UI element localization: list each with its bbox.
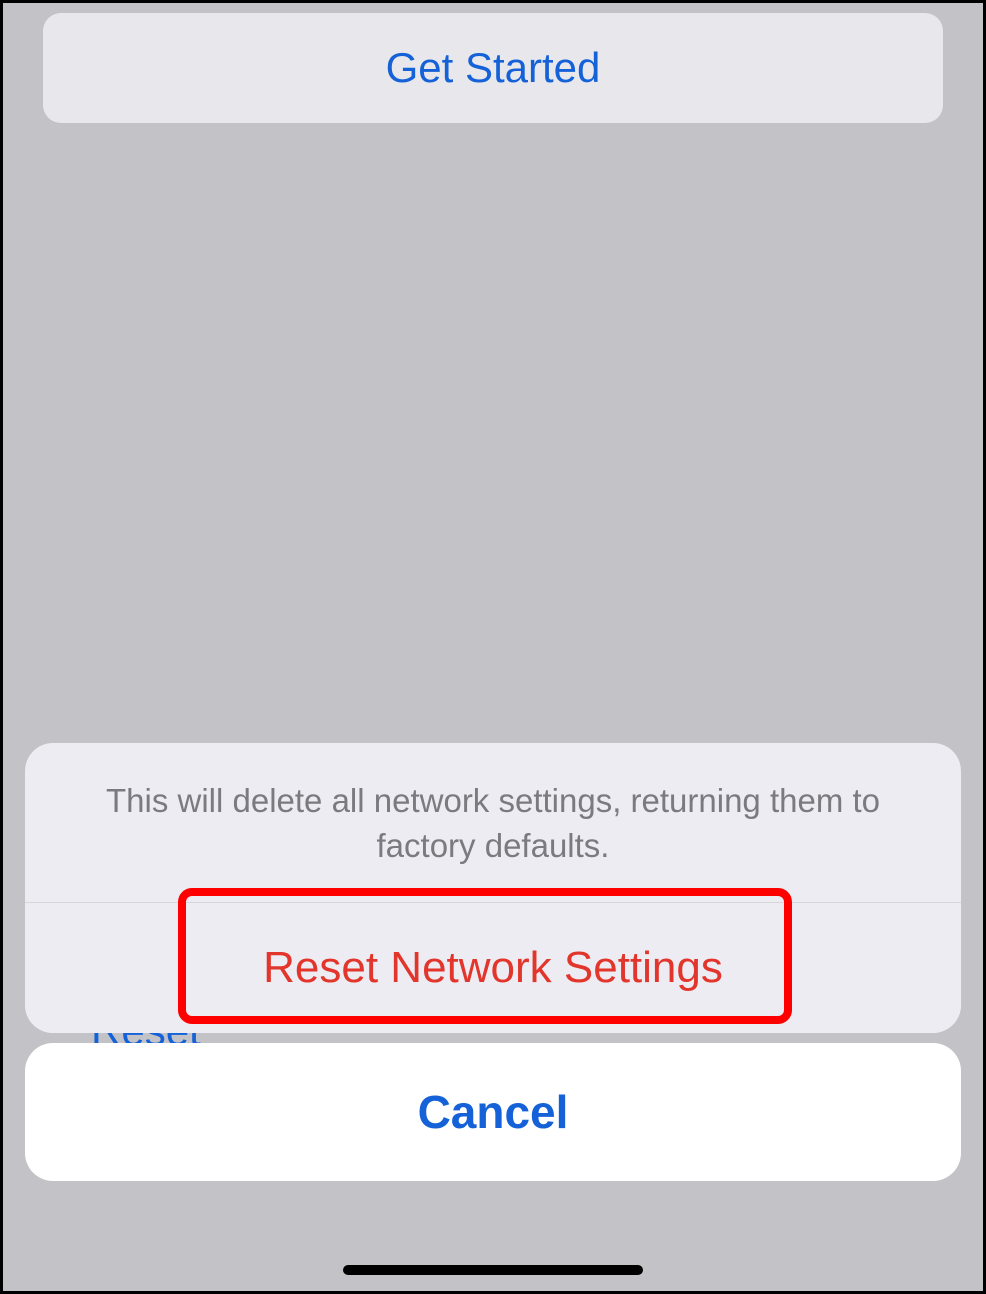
reset-network-settings-label: Reset Network Settings (263, 943, 723, 993)
get-started-label: Get Started (386, 44, 601, 92)
reset-network-settings-button[interactable]: Reset Network Settings (25, 903, 961, 1033)
cancel-label: Cancel (418, 1085, 569, 1139)
sheet-message: This will delete all network settings, r… (25, 743, 961, 903)
home-indicator[interactable] (343, 1265, 643, 1275)
cancel-button[interactable]: Cancel (25, 1043, 961, 1181)
action-sheet: This will delete all network settings, r… (25, 743, 961, 1033)
get-started-card[interactable]: Get Started (43, 13, 943, 123)
